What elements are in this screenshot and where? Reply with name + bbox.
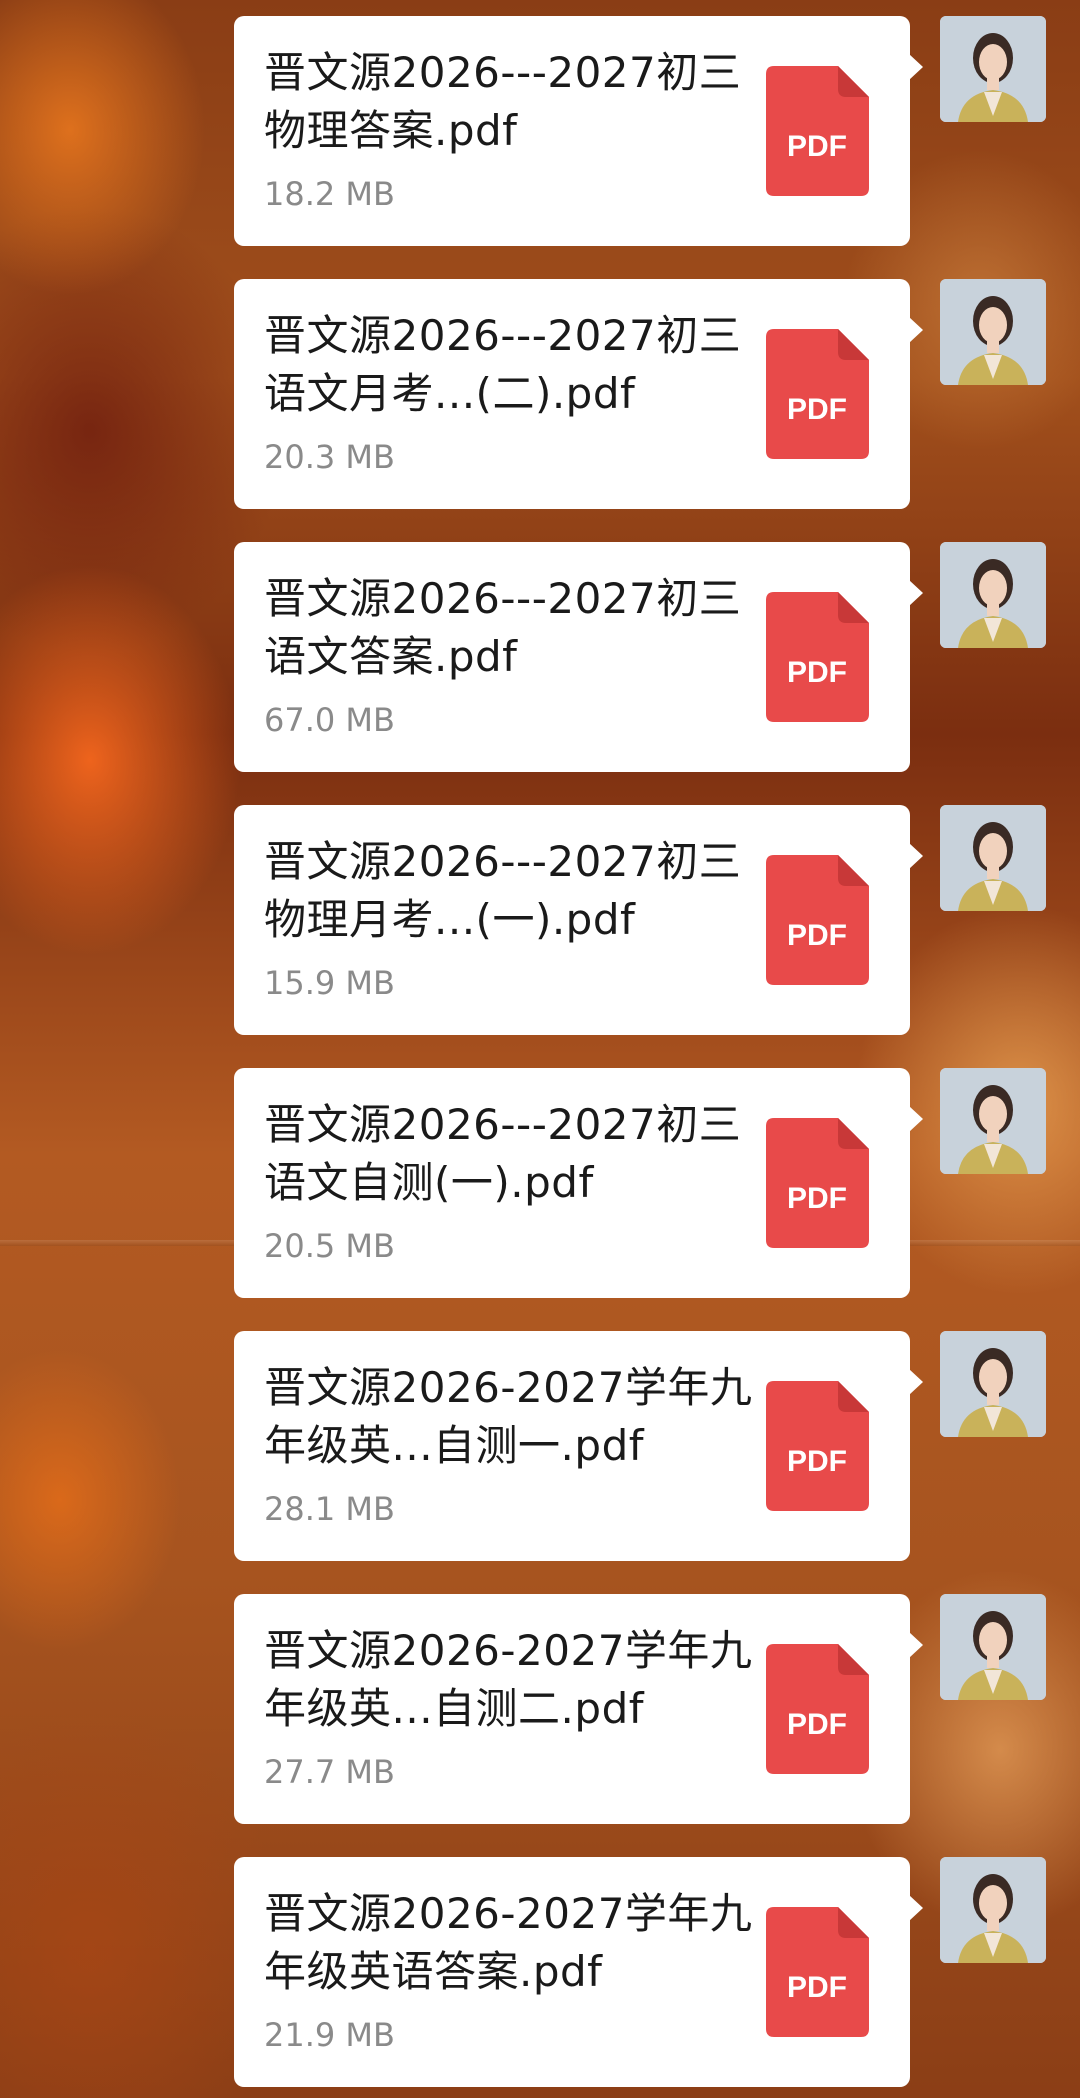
chat-message-list[interactable]: 晋文源2026---2027初三物理答案.pdf 18.2 MB PDF 晋文源… xyxy=(0,0,1080,2098)
file-name: 晋文源2026-2027学年九年级英...自测一.pdf xyxy=(264,1363,753,1470)
message-row: 晋文源2026-2027学年九年级英语答案.pdf 21.9 MB PDF xyxy=(0,1841,1080,2087)
file-size: 20.5 MB xyxy=(264,1227,395,1265)
file-size: 15.9 MB xyxy=(264,964,395,1002)
file-size: 27.7 MB xyxy=(264,1753,395,1791)
user-avatar[interactable] xyxy=(940,16,1046,122)
bubble-tail xyxy=(909,843,923,869)
pdf-label: PDF xyxy=(787,656,847,689)
message-row: 晋文源2026---2027初三语文答案.pdf 67.0 MB PDF xyxy=(0,526,1080,772)
pdf-file-icon: PDF xyxy=(766,1118,869,1248)
pdf-file-icon: PDF xyxy=(766,1644,869,1774)
file-message-bubble[interactable]: 晋文源2026---2027初三语文月考...(二).pdf 20.3 MB P… xyxy=(234,279,923,509)
bubble-tail xyxy=(909,1895,923,1921)
message-row: 晋文源2026-2027学年九年级英...自测一.pdf 28.1 MB PDF xyxy=(0,1315,1080,1561)
file-size: 18.2 MB xyxy=(264,175,395,213)
user-avatar[interactable] xyxy=(940,542,1046,648)
file-size: 67.0 MB xyxy=(264,701,395,739)
file-message-bubble[interactable]: 晋文源2026---2027初三物理月考...(一).pdf 15.9 MB P… xyxy=(234,805,923,1035)
user-avatar[interactable] xyxy=(940,1594,1046,1700)
file-message-bubble[interactable]: 晋文源2026---2027初三物理答案.pdf 18.2 MB PDF xyxy=(234,16,923,246)
user-avatar[interactable] xyxy=(940,1857,1046,1963)
file-size: 28.1 MB xyxy=(264,1490,395,1528)
message-row: 晋文源2026-2027学年九年级英...自测二.pdf 27.7 MB PDF xyxy=(0,1578,1080,1824)
file-message-bubble[interactable]: 晋文源2026-2027学年九年级英语答案.pdf 21.9 MB PDF xyxy=(234,1857,923,2087)
pdf-file-icon: PDF xyxy=(766,592,869,722)
file-name: 晋文源2026-2027学年九年级英...自测二.pdf xyxy=(264,1626,753,1733)
pdf-label: PDF xyxy=(787,1971,847,2004)
file-name: 晋文源2026---2027初三语文月考...(二).pdf xyxy=(264,311,742,418)
bubble-tail xyxy=(909,1369,923,1395)
pdf-file-icon: PDF xyxy=(766,1381,869,1511)
pdf-file-icon: PDF xyxy=(766,855,869,985)
file-message-bubble[interactable]: 晋文源2026-2027学年九年级英...自测二.pdf 27.7 MB PDF xyxy=(234,1594,923,1824)
user-avatar[interactable] xyxy=(940,1331,1046,1437)
pdf-file-icon: PDF xyxy=(766,66,869,196)
message-row: 晋文源2026---2027初三语文自测(一).pdf 20.5 MB PDF xyxy=(0,1052,1080,1298)
file-message-bubble[interactable]: 晋文源2026---2027初三语文自测(一).pdf 20.5 MB PDF xyxy=(234,1068,923,1298)
file-name: 晋文源2026---2027初三物理答案.pdf xyxy=(264,48,742,155)
message-row: 晋文源2026---2027初三物理答案.pdf 18.2 MB PDF xyxy=(0,0,1080,246)
pdf-file-icon: PDF xyxy=(766,1907,869,2037)
pdf-label: PDF xyxy=(787,919,847,952)
pdf-label: PDF xyxy=(787,1182,847,1215)
file-name: 晋文源2026-2027学年九年级英语答案.pdf xyxy=(264,1889,753,1996)
file-name: 晋文源2026---2027初三语文答案.pdf xyxy=(264,574,742,681)
user-avatar[interactable] xyxy=(940,805,1046,911)
bubble-tail xyxy=(909,54,923,80)
file-size: 21.9 MB xyxy=(264,2016,395,2054)
file-size: 20.3 MB xyxy=(264,438,395,476)
bubble-tail xyxy=(909,317,923,343)
bubble-tail xyxy=(909,1106,923,1132)
message-row: 晋文源2026---2027初三物理月考...(一).pdf 15.9 MB P… xyxy=(0,789,1080,1035)
file-message-bubble[interactable]: 晋文源2026---2027初三语文答案.pdf 67.0 MB PDF xyxy=(234,542,923,772)
file-name: 晋文源2026---2027初三语文自测(一).pdf xyxy=(264,1100,742,1207)
file-message-bubble[interactable]: 晋文源2026-2027学年九年级英...自测一.pdf 28.1 MB PDF xyxy=(234,1331,923,1561)
user-avatar[interactable] xyxy=(940,1068,1046,1174)
pdf-label: PDF xyxy=(787,1445,847,1478)
pdf-label: PDF xyxy=(787,393,847,426)
pdf-label: PDF xyxy=(787,130,847,163)
bubble-tail xyxy=(909,580,923,606)
file-name: 晋文源2026---2027初三物理月考...(一).pdf xyxy=(264,837,742,944)
pdf-label: PDF xyxy=(787,1708,847,1741)
pdf-file-icon: PDF xyxy=(766,329,869,459)
bubble-tail xyxy=(909,1632,923,1658)
user-avatar[interactable] xyxy=(940,279,1046,385)
message-row: 晋文源2026---2027初三语文月考...(二).pdf 20.3 MB P… xyxy=(0,263,1080,509)
